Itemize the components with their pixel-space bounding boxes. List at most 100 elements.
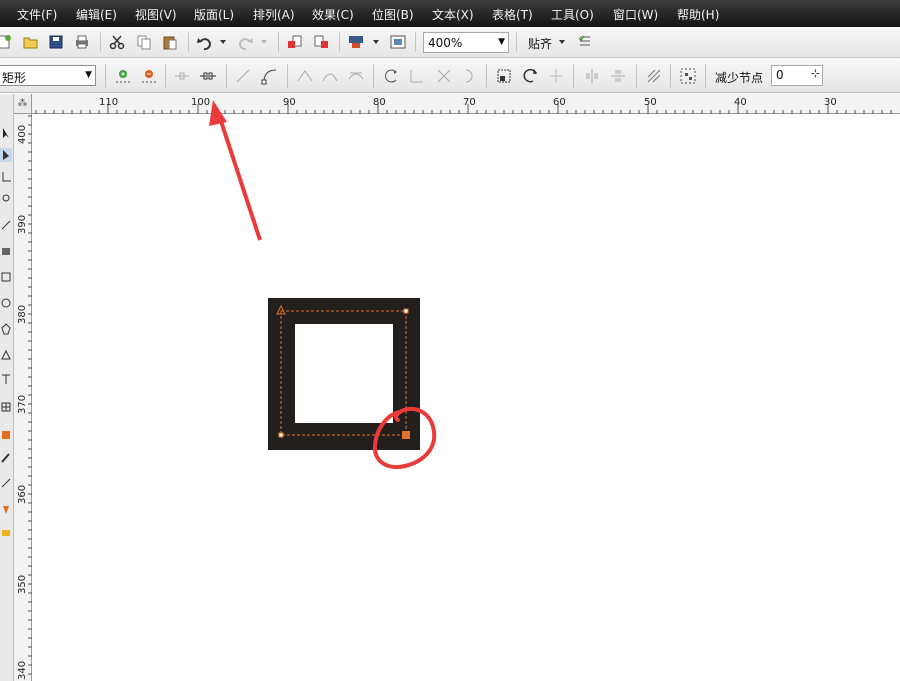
basic-shapes-tool-icon[interactable] xyxy=(0,348,12,362)
new-document-icon[interactable] xyxy=(0,32,14,52)
zoom-level-value: 400% xyxy=(428,36,463,50)
ruler-label: 370 xyxy=(17,394,28,414)
extract-subpath-icon[interactable] xyxy=(434,66,454,86)
ruler-label: 380 xyxy=(17,304,28,324)
reverse-direction-icon[interactable] xyxy=(381,66,401,86)
ruler-label: 360 xyxy=(17,484,28,504)
cut-icon[interactable] xyxy=(107,32,127,52)
ruler-label: 70 xyxy=(463,97,476,108)
freehand-tool-icon[interactable] xyxy=(0,218,12,232)
open-folder-icon[interactable] xyxy=(21,32,41,52)
curve-smoothness-input[interactable]: 0 ⊹ xyxy=(771,65,823,86)
interactive-mesh-tool-icon[interactable] xyxy=(0,526,12,540)
menu-table[interactable]: 表格(T) xyxy=(492,6,533,23)
ruler-label: 40 xyxy=(734,97,747,108)
menu-layout[interactable]: 版面(L) xyxy=(194,6,234,23)
outline-tool-icon[interactable] xyxy=(0,476,12,490)
menu-bitmaps[interactable]: 位图(B) xyxy=(372,6,414,23)
polygon-tool-icon[interactable] xyxy=(0,322,12,336)
menu-view[interactable]: 视图(V) xyxy=(135,6,177,23)
make-cusp-icon[interactable] xyxy=(295,66,315,86)
zoom-tool-icon[interactable] xyxy=(0,192,12,206)
import-icon[interactable] xyxy=(285,32,305,52)
pick-tool-icon[interactable] xyxy=(0,126,12,140)
toolbox xyxy=(0,94,14,681)
chevron-down-icon: ▼ xyxy=(498,37,505,47)
menu-effects[interactable]: 效果(C) xyxy=(312,6,354,23)
table-tool-icon[interactable] xyxy=(0,400,12,414)
slider-toggle-icon[interactable]: ⊹ xyxy=(811,67,820,80)
undo-icon[interactable] xyxy=(195,32,215,52)
make-symmetrical-icon[interactable] xyxy=(346,66,366,86)
ruler-label: 30 xyxy=(824,97,837,108)
reflect-vertical-icon[interactable] xyxy=(608,66,628,86)
copy-icon[interactable] xyxy=(134,32,154,52)
paste-icon[interactable] xyxy=(160,32,180,52)
break-curve-icon[interactable] xyxy=(198,66,218,86)
snap-options-icon[interactable] xyxy=(575,32,595,52)
crop-tool-icon[interactable] xyxy=(0,170,12,184)
rotate-skew-nodes-icon[interactable] xyxy=(520,66,540,86)
make-smooth-icon[interactable] xyxy=(320,66,340,86)
horizontal-ruler[interactable]: 110 100 90 80 70 60 50 40 30 xyxy=(32,94,900,114)
zoom-level-select[interactable]: 400% ▼ xyxy=(423,32,509,53)
ruler-label: 50 xyxy=(644,97,657,108)
snap-dropdown-icon[interactable] xyxy=(556,32,568,52)
ruler-label: 60 xyxy=(553,97,566,108)
stretch-scale-nodes-icon[interactable] xyxy=(494,66,514,86)
eyedropper-tool-icon[interactable] xyxy=(0,450,12,464)
align-nodes-icon[interactable] xyxy=(546,66,566,86)
convert-to-line-icon[interactable] xyxy=(233,66,253,86)
menu-file[interactable]: 文件(F) xyxy=(17,6,57,23)
object-type-select[interactable]: 矩形 ▼ xyxy=(0,65,96,86)
save-icon[interactable] xyxy=(46,32,66,52)
rectangle-tool-icon[interactable] xyxy=(0,270,12,284)
menu-bar: 文件(F) 编辑(E) 视图(V) 版面(L) 排列(A) 效果(C) 位图(B… xyxy=(0,0,900,27)
ruler-label: 100 xyxy=(191,97,211,108)
object-type-value: 矩形 xyxy=(2,71,27,85)
reduce-nodes-button[interactable]: 减少节点 xyxy=(715,69,763,86)
ruler-label: 110 xyxy=(99,97,119,108)
menu-window[interactable]: 窗口(W) xyxy=(613,6,658,23)
launcher-dropdown-icon[interactable] xyxy=(370,32,382,52)
ruler-origin-icon[interactable]: ⁂ xyxy=(14,94,32,114)
menu-tools[interactable]: 工具(O) xyxy=(551,6,594,23)
convert-to-curve-icon[interactable] xyxy=(260,66,280,86)
join-nodes-icon[interactable] xyxy=(172,66,192,86)
menu-edit[interactable]: 编辑(E) xyxy=(76,6,117,23)
launcher-icon[interactable] xyxy=(346,32,366,52)
standard-toolbar: 400% ▼ 贴齐 xyxy=(0,27,900,58)
add-node-icon[interactable] xyxy=(113,66,133,86)
smart-fill-tool-icon[interactable] xyxy=(0,244,12,258)
ruler-label: 90 xyxy=(283,97,296,108)
menu-text[interactable]: 文本(X) xyxy=(432,6,474,23)
snap-to-button[interactable]: 贴齐 xyxy=(528,35,552,52)
interactive-fill-tool-icon[interactable] xyxy=(0,428,12,442)
redo-icon[interactable] xyxy=(235,32,255,52)
menu-arrange[interactable]: 排列(A) xyxy=(253,6,295,23)
text-tool-icon[interactable] xyxy=(0,372,12,386)
close-curve-icon[interactable] xyxy=(460,66,480,86)
redo-dropdown-icon[interactable] xyxy=(258,32,270,52)
curve-smoothness-value: 0 xyxy=(776,68,784,82)
shape-tool-icon[interactable] xyxy=(0,148,12,162)
extend-curve-icon[interactable] xyxy=(407,66,427,86)
undo-dropdown-icon[interactable] xyxy=(217,32,229,52)
welcome-icon[interactable] xyxy=(388,32,408,52)
export-icon[interactable] xyxy=(311,32,331,52)
ruler-label: 400 xyxy=(17,124,28,144)
select-all-nodes-icon[interactable] xyxy=(678,66,698,86)
reflect-horizontal-icon[interactable] xyxy=(582,66,602,86)
vertical-ruler[interactable]: 400 390 380 370 360 350 340 xyxy=(14,114,32,681)
chevron-down-icon: ▼ xyxy=(85,70,92,80)
delete-node-icon[interactable] xyxy=(139,66,159,86)
drawing-canvas[interactable] xyxy=(33,115,900,681)
property-bar: 矩形 ▼ 减少节点 0 ⊹ xyxy=(0,58,900,93)
fill-tool-icon[interactable] xyxy=(0,502,12,516)
ellipse-tool-icon[interactable] xyxy=(0,296,12,310)
print-icon[interactable] xyxy=(72,32,92,52)
ruler-label: 390 xyxy=(17,214,28,234)
menu-help[interactable]: 帮助(H) xyxy=(677,6,719,23)
elastic-mode-icon[interactable] xyxy=(644,66,664,86)
ruler-label: 80 xyxy=(373,97,386,108)
